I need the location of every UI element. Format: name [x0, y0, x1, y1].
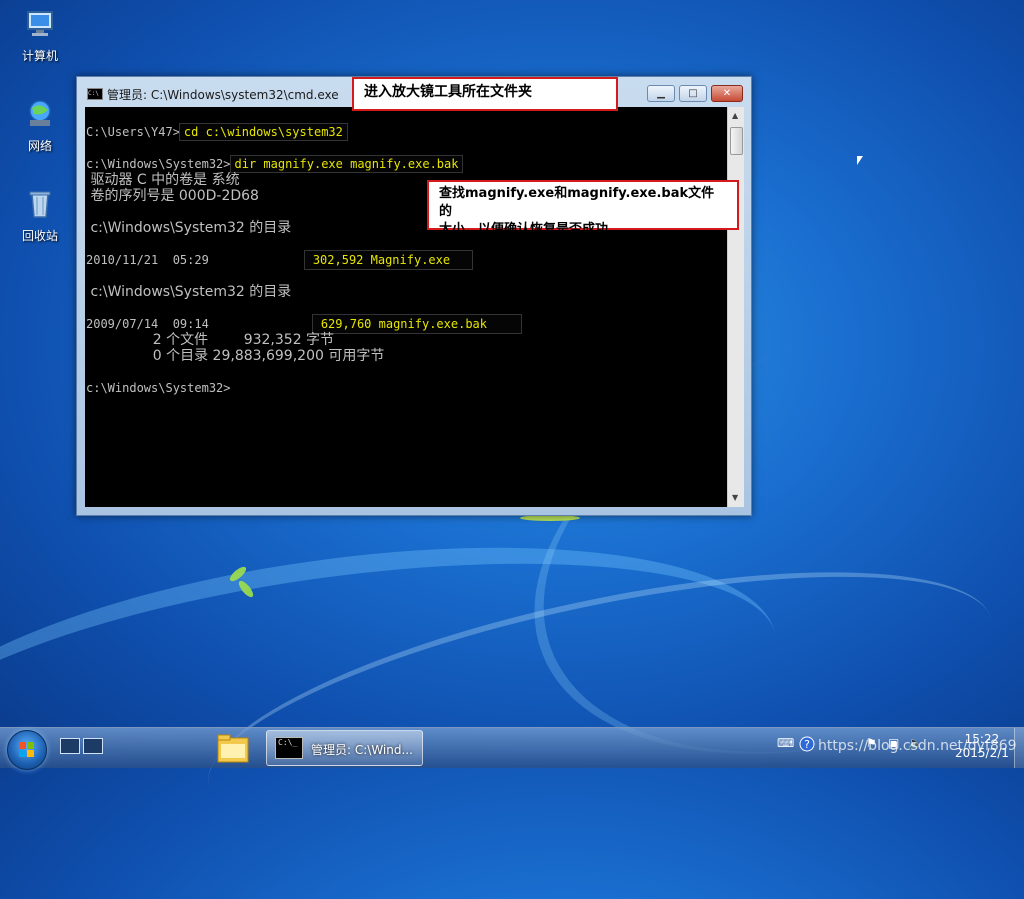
windows-logo-icon — [19, 742, 34, 757]
recycle-bin-icon — [29, 191, 51, 218]
console-line: 2010/11/21 05:29 302,592 Magnify.exe — [86, 250, 474, 270]
console-line: c:\Windows\System32 的目录 — [86, 284, 292, 300]
taskbar-task-label: 管理员: C:\Wind... — [311, 743, 413, 757]
callout-line: 查找magnify.exe和magnify.exe.bak文件的 — [439, 186, 715, 219]
wallpaper-leaf — [236, 578, 256, 600]
wallpaper-swoosh — [0, 498, 795, 899]
highlighted-file-size: 629,760 magnify.exe.bak — [311, 314, 523, 334]
taskbar-cmd-button[interactable]: C:\_ 管理员: C:\Wind... — [266, 730, 423, 766]
scroll-up-arrow-icon[interactable]: ▲ — [732, 111, 738, 120]
switch-windows-icon[interactable] — [83, 738, 103, 754]
console-line: c:\Windows\System32 的目录 — [86, 220, 292, 236]
svg-text:?: ? — [804, 738, 810, 751]
console-line: 0 个目录 29,883,699,200 可用字节 — [86, 348, 385, 364]
desktop-icon-label: 计算机 — [21, 49, 58, 63]
computer-icon — [27, 11, 53, 36]
scroll-down-arrow-icon[interactable]: ▼ — [732, 493, 738, 502]
console-line: 2009/07/14 09:14 629,760 magnify.exe.bak — [86, 314, 523, 334]
cmd-icon: C:\_ — [275, 737, 303, 759]
help-icon[interactable]: ? — [799, 736, 815, 756]
desktop-icon-label: 回收站 — [21, 229, 58, 243]
console-line: c:\Windows\System32> dir magnify.exe magn… — [86, 155, 464, 173]
console-line: c:\Windows\System32> — [86, 381, 231, 395]
scrollbar-thumb[interactable] — [730, 127, 743, 155]
wallpaper-swoosh — [187, 519, 1013, 887]
desktop-icon-recycle-bin[interactable]: 回收站 — [5, 188, 75, 244]
console-line: 驱动器 C 中的卷是 系统 — [86, 172, 240, 188]
close-button[interactable]: ✕ — [711, 85, 743, 102]
network-icon — [29, 100, 51, 126]
cmd-icon: C:\ — [87, 88, 103, 100]
maximize-button[interactable]: □ — [679, 85, 707, 102]
highlighted-file-size: 302,592 Magnify.exe — [303, 250, 474, 270]
console-output[interactable]: C:\Users\Y47> cd c:\windows\system32 c:\W… — [85, 107, 727, 507]
cmd-window[interactable]: C:\ 管理员: C:\Windows\system32\cmd.exe ▁ □… — [76, 76, 752, 516]
keyboard-icon[interactable]: ⌨ — [777, 736, 794, 756]
callout-line: 大小，以便确认恢复是否成功 — [439, 222, 609, 237]
highlighted-command: cd c:\windows\system32 — [178, 123, 348, 141]
callout-check-files: 查找magnify.exe和magnify.exe.bak文件的 大小，以便确认… — [427, 180, 739, 237]
minimize-button[interactable]: ▁ — [647, 85, 675, 102]
callout-enter-folder: 进入放大镜工具所在文件夹 — [352, 77, 618, 111]
highlighted-command: dir magnify.exe magnify.exe.bak — [229, 155, 464, 173]
desktop-icon-computer[interactable]: 计算机 — [5, 8, 75, 64]
console-line: 卷的序列号是 000D-2D68 — [86, 188, 259, 204]
show-desktop-quicklaunch-icon[interactable] — [60, 738, 80, 754]
desktop-icon-label: 网络 — [27, 139, 52, 153]
vertical-scrollbar[interactable]: ▲ ▼ — [727, 107, 744, 507]
folder-icon — [217, 734, 249, 763]
console-line: 2 个文件 932,352 字节 — [86, 332, 335, 348]
window-title: 管理员: C:\Windows\system32\cmd.exe — [107, 88, 339, 102]
wallpaper-leaf — [227, 564, 249, 584]
watermark-text: https://blog.csdn.net/dyf869 — [818, 738, 1017, 754]
taskbar-explorer-button[interactable] — [206, 730, 260, 768]
mouse-cursor-icon — [857, 156, 863, 165]
console-line: C:\Users\Y47> cd c:\windows\system32 — [86, 123, 348, 141]
desktop-icon-network[interactable]: 网络 — [5, 98, 75, 154]
start-button[interactable] — [7, 730, 47, 770]
